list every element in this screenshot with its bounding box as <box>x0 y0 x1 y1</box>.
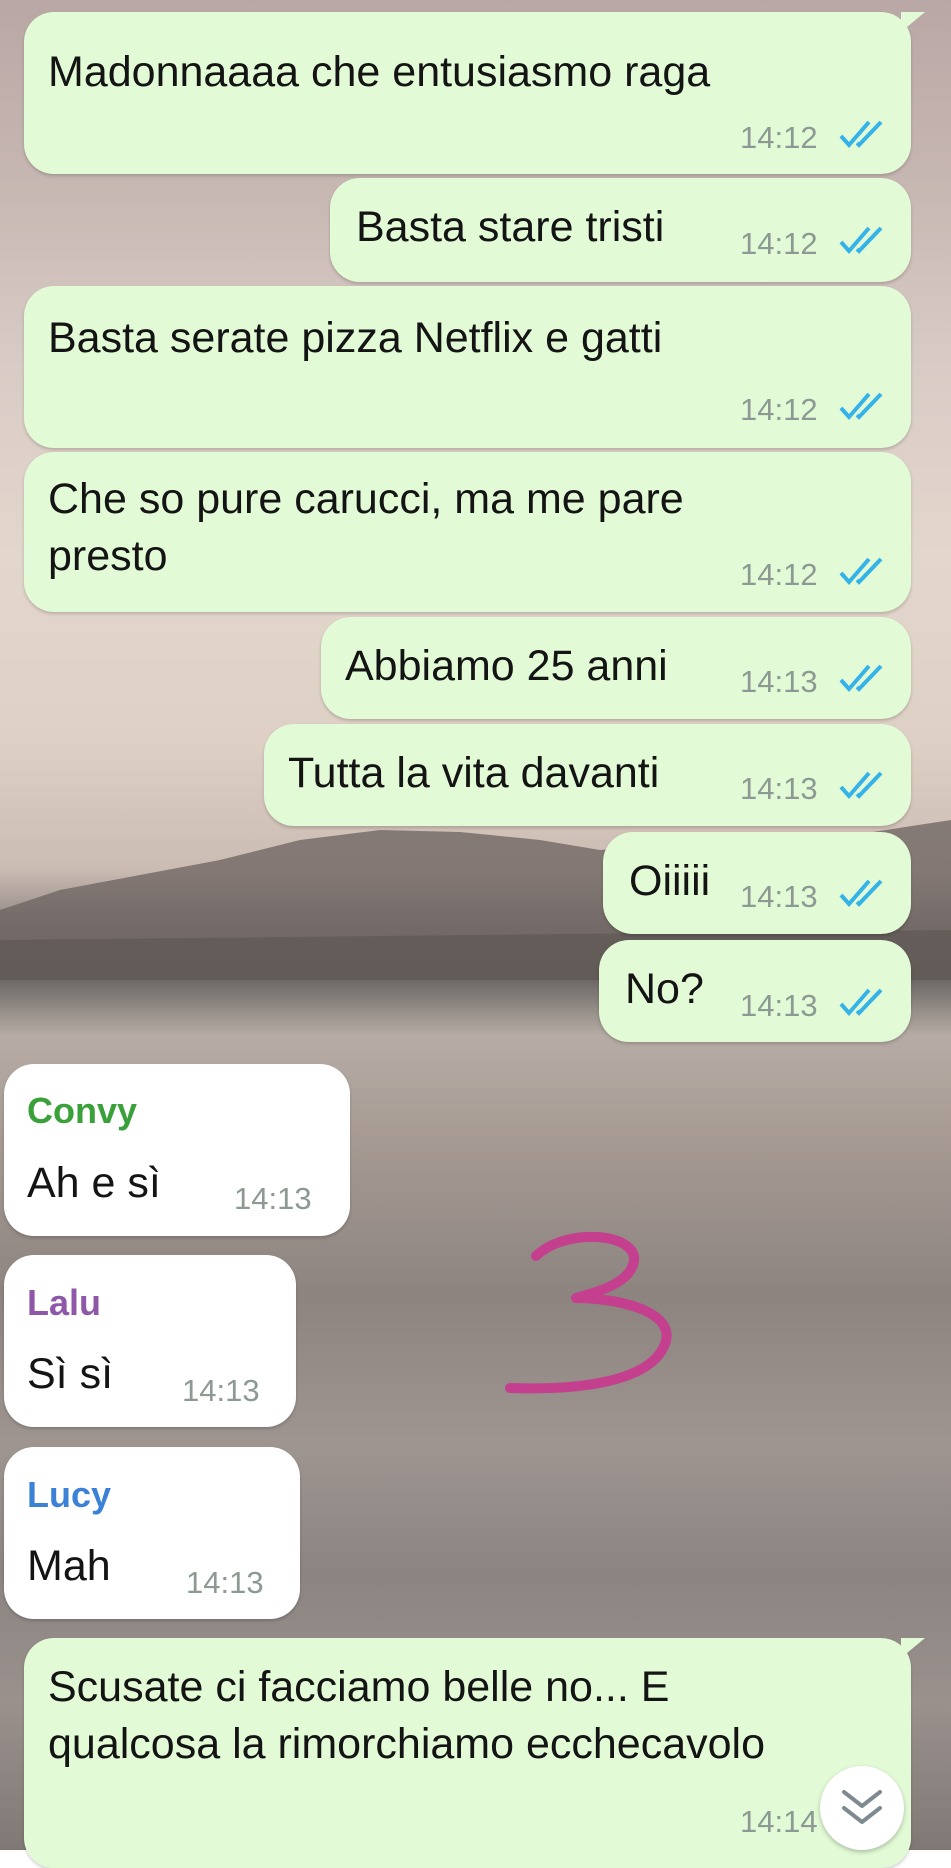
message-time: 14:12 <box>740 226 818 261</box>
message-text: Sì sì <box>27 1350 114 1398</box>
message-text: Oiiiii <box>629 857 711 905</box>
message-bubble[interactable]: Tutta la vita davanti 14:13 <box>264 724 911 826</box>
message-text: Scusate ci facciamo belle no... E <box>48 1663 670 1711</box>
message-bubble[interactable]: No? 14:13 <box>599 940 911 1042</box>
message-bubble-incoming[interactable]: Convy Ah e sì 14:13 <box>4 1064 350 1236</box>
message-time: 14:13 <box>740 988 818 1023</box>
message-text: Mah <box>27 1542 111 1590</box>
double-check-icon <box>839 557 883 586</box>
message-time: 14:13 <box>740 664 818 699</box>
message-text: Madonnaaaa che entusiasmo raga <box>48 48 711 96</box>
message-text: Basta serate pizza Netflix e gatti <box>48 314 663 362</box>
message-time: 14:12 <box>740 120 818 155</box>
double-check-icon <box>839 392 883 421</box>
scroll-to-bottom-button[interactable] <box>820 1766 904 1850</box>
message-bubble-incoming[interactable]: Lalu Sì sì 14:13 <box>4 1255 296 1427</box>
message-bubble[interactable]: Basta stare tristi 14:12 <box>330 178 911 282</box>
message-time: 14:13 <box>740 879 818 914</box>
message-bubble[interactable]: Abbiamo 25 anni 14:13 <box>321 617 911 719</box>
message-bubble[interactable]: Oiiiii 14:13 <box>603 832 911 934</box>
message-time: 14:14 <box>740 1804 818 1839</box>
message-time: 14:12 <box>740 392 818 427</box>
message-bubble[interactable]: Basta serate pizza Netflix e gatti 14:12 <box>24 286 911 448</box>
message-time: 14:13 <box>186 1565 264 1600</box>
sender-name[interactable]: Convy <box>27 1090 137 1132</box>
message-text: Ah e sì <box>27 1159 161 1207</box>
message-time: 14:13 <box>182 1373 260 1408</box>
double-chevron-down-icon <box>842 1790 882 1824</box>
message-text: presto <box>48 532 168 580</box>
message-time: 14:13 <box>740 771 818 806</box>
message-text: Che so pure carucci, ma me pare <box>48 475 684 523</box>
message-text: qualcosa la rimorchiamo ecchecavolo <box>48 1720 766 1768</box>
double-check-icon <box>839 120 883 149</box>
double-check-icon <box>839 879 883 908</box>
message-time: 14:12 <box>740 557 818 592</box>
message-text: Abbiamo 25 anni <box>345 642 668 690</box>
bubble-tail <box>901 1638 925 1658</box>
message-bubble[interactable]: Che so pure carucci, ma me pare presto 1… <box>24 452 911 612</box>
handwritten-annotation <box>505 1231 672 1394</box>
message-text: No? <box>625 965 704 1013</box>
double-check-icon <box>839 988 883 1017</box>
message-text: Basta stare tristi <box>356 203 665 251</box>
bubble-tail <box>901 12 925 32</box>
message-text: Tutta la vita davanti <box>288 749 660 797</box>
message-time: 14:13 <box>234 1181 312 1216</box>
sender-name[interactable]: Lalu <box>27 1282 101 1324</box>
double-check-icon <box>839 664 883 693</box>
message-bubble[interactable]: Scusate ci facciamo belle no... E qualco… <box>24 1638 925 1868</box>
double-check-icon <box>839 771 883 800</box>
message-bubble-incoming[interactable]: Lucy Mah 14:13 <box>4 1447 300 1619</box>
double-check-icon <box>839 226 883 255</box>
sender-name[interactable]: Lucy <box>27 1474 111 1516</box>
message-bubble[interactable]: Madonnaaaa che entusiasmo raga 14:12 <box>24 12 925 174</box>
